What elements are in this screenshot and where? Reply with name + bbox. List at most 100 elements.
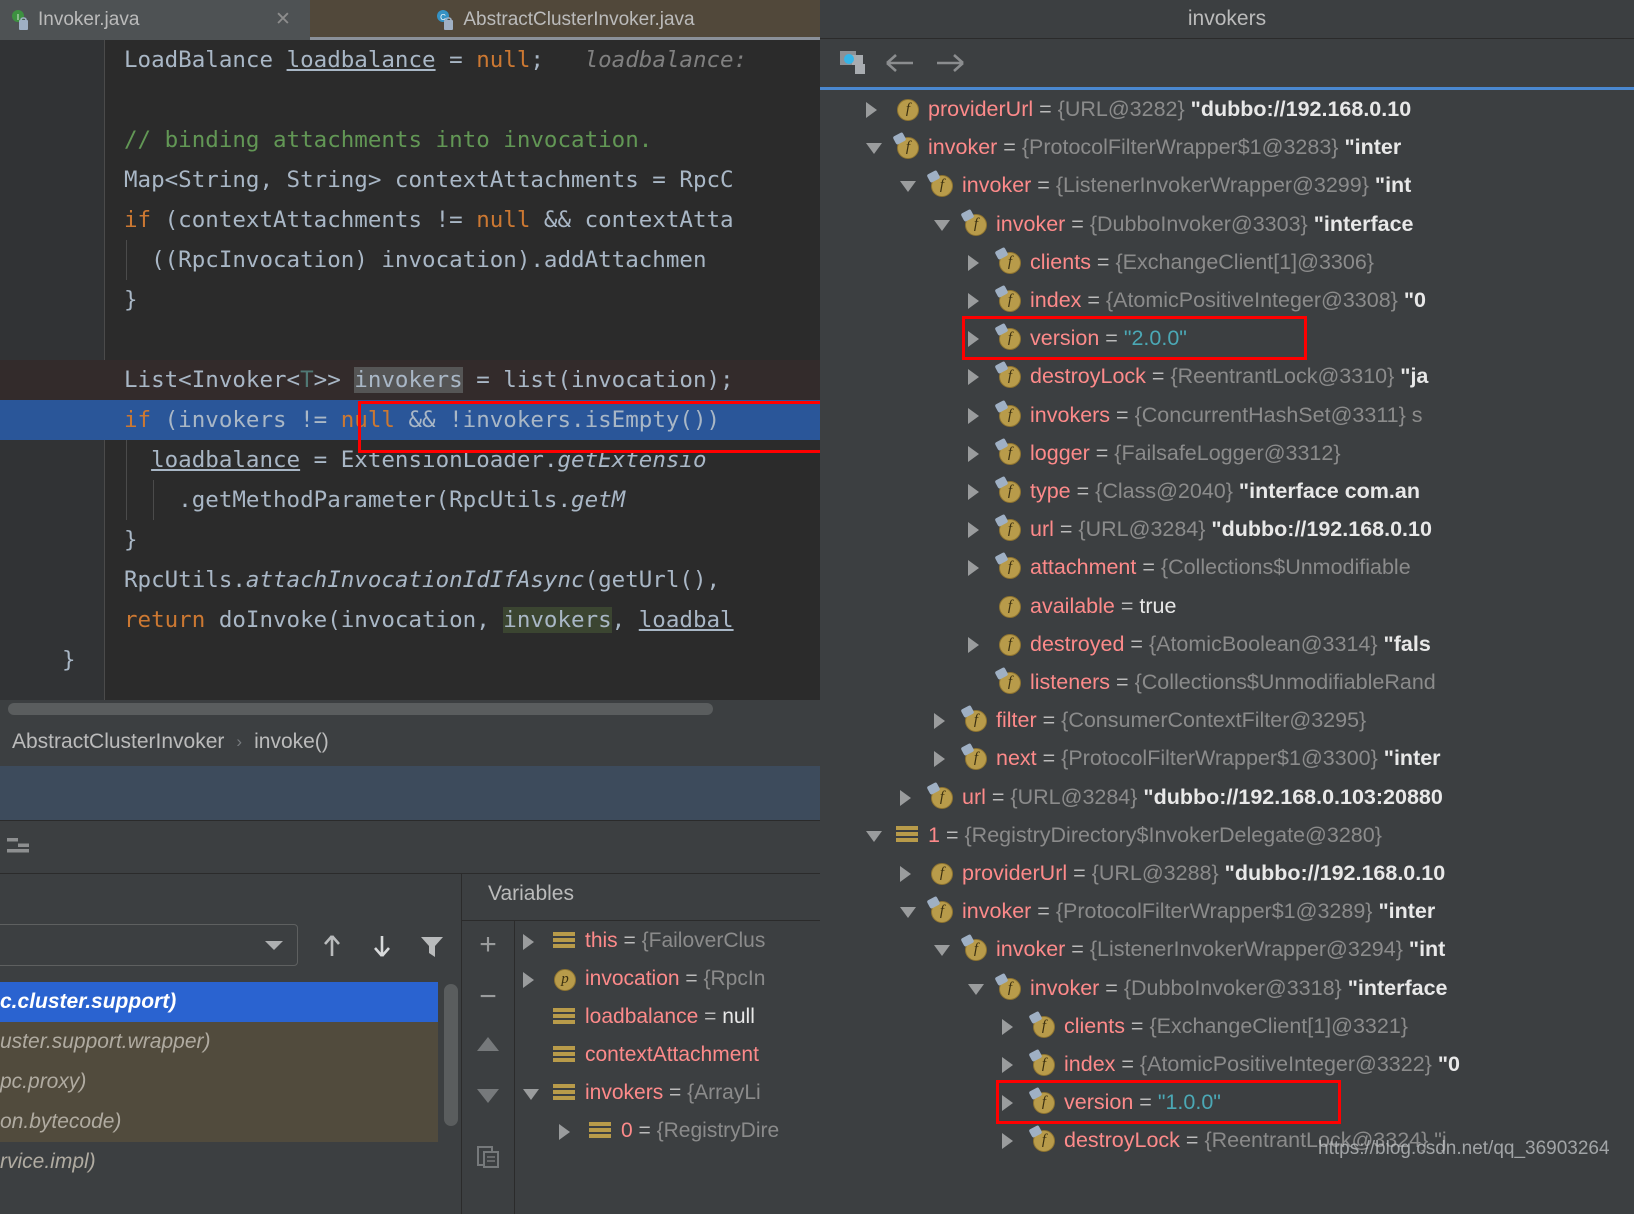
tree-node-name: index: [1064, 1052, 1116, 1076]
inspect-tree[interactable]: f providerUrl = {URL@3282} "dubbo://192.1…: [820, 90, 1634, 1214]
variables-tree[interactable]: this = {FailoverClus p invocation = {RpcIn…: [515, 922, 820, 1214]
twisty-collapsed-icon[interactable]: [523, 972, 534, 988]
tree-node-type: {FailoverClus: [641, 929, 766, 952]
tree-node-name: invokers: [1030, 402, 1111, 427]
tab-abstractclusterinvoker-java[interactable]: C AbstractClusterInvoker.java: [310, 0, 820, 40]
twisty-collapsed-icon[interactable]: [968, 331, 979, 348]
field-icon: f: [998, 595, 1022, 619]
tree-node-type: {RpcIn: [703, 967, 766, 990]
field-icon: f: [994, 323, 1022, 351]
frames-list[interactable]: c.cluster.support) uster.support.wrapper)…: [0, 982, 438, 1214]
twisty-expanded-icon[interactable]: [523, 1089, 539, 1100]
twisty-expanded-icon[interactable]: [934, 219, 950, 231]
breadcrumb[interactable]: AbstractClusterInvoker › invoke(): [0, 718, 820, 766]
twisty-collapsed-icon[interactable]: [1002, 1057, 1013, 1073]
code-token: }: [124, 527, 138, 553]
tree-node-type: {URL@3282}: [1057, 97, 1191, 121]
frame-row[interactable]: c.cluster.support): [0, 982, 438, 1022]
code-token: LoadBalance: [124, 47, 287, 73]
code-editor[interactable]: LoadBalance loadbalance = null; loadbala…: [0, 40, 820, 712]
breadcrumb-class[interactable]: AbstractClusterInvoker: [12, 730, 224, 754]
list-icon: [553, 1007, 575, 1029]
equals-sign: =: [1099, 975, 1124, 1000]
tree-node-name: destroyLock: [1030, 364, 1146, 389]
tab-label: Invoker.java: [38, 9, 140, 30]
twisty-collapsed-icon[interactable]: [968, 484, 979, 500]
back-arrow-icon[interactable]: [882, 49, 918, 77]
code-line: }: [0, 520, 820, 560]
list-icon: [896, 825, 918, 847]
twisty-collapsed-icon[interactable]: [523, 934, 534, 950]
code-token: (contextAttachments !=: [151, 207, 477, 233]
code-token: // binding attachments into invocation.: [124, 127, 653, 153]
twisty-collapsed-icon[interactable]: [934, 713, 945, 730]
frame-row[interactable]: on.bytecode): [0, 1102, 438, 1142]
tree-node-name: url: [1030, 517, 1054, 542]
settings-list-icon[interactable]: [6, 835, 32, 857]
field-icon: f: [892, 132, 920, 160]
frame-up-button[interactable]: [318, 932, 346, 960]
frame-row[interactable]: pc.proxy): [0, 1062, 438, 1102]
tree-node-string: "inter: [1344, 135, 1402, 160]
field-icon: f: [930, 862, 954, 886]
move-down-button[interactable]: [474, 1083, 502, 1111]
field-icon: f: [994, 399, 1022, 428]
frame-row[interactable]: rvice.impl): [0, 1142, 438, 1182]
scrollbar-thumb[interactable]: [8, 703, 713, 715]
code-token: =: [435, 47, 477, 73]
twisty-collapsed-icon[interactable]: [559, 1124, 570, 1140]
twisty-collapsed-icon[interactable]: [968, 369, 979, 386]
frame-label: on.bytecode): [0, 1110, 122, 1133]
frame-row[interactable]: uster.support.wrapper): [0, 1022, 438, 1062]
twisty-collapsed-icon[interactable]: [968, 522, 979, 539]
twisty-expanded-icon[interactable]: [866, 830, 882, 842]
frames-scrollbar[interactable]: [440, 984, 460, 1214]
tree-node-type: {AtomicPositiveInteger@3308}: [1105, 288, 1404, 312]
twisty-collapsed-icon[interactable]: [1002, 1095, 1013, 1112]
twisty-expanded-icon[interactable]: [968, 983, 984, 995]
twisty-collapsed-icon[interactable]: [1002, 1018, 1013, 1035]
twisty-collapsed-icon[interactable]: [968, 293, 979, 309]
twisty-expanded-icon[interactable]: [934, 945, 950, 957]
twisty-collapsed-icon[interactable]: [968, 636, 979, 653]
tree-node-name: invocation: [585, 967, 680, 990]
twisty-collapsed-icon[interactable]: [968, 445, 979, 462]
add-watch-button[interactable]: +: [474, 930, 502, 960]
tree-node-type: {Collections$UnmodifiableRand: [1134, 670, 1436, 694]
twisty-collapsed-icon[interactable]: [934, 751, 945, 768]
frame-label: c.cluster.support): [0, 990, 177, 1013]
twisty-collapsed-icon[interactable]: [1002, 1133, 1013, 1150]
thread-selector-combobox[interactable]: [0, 924, 298, 966]
close-icon[interactable]: ✕: [274, 10, 292, 29]
twisty-collapsed-icon[interactable]: [968, 560, 979, 577]
breadcrumb-method[interactable]: invoke(): [254, 730, 329, 754]
inspect-icon[interactable]: [838, 48, 870, 78]
code-token: ,: [611, 607, 639, 633]
twisty-expanded-icon[interactable]: [900, 907, 916, 919]
twisty-collapsed-icon[interactable]: [900, 789, 911, 806]
tree-node-type: {ListenerInvokerWrapper@3299}: [1055, 173, 1375, 198]
equals-sign: =: [663, 1081, 688, 1104]
twisty-collapsed-icon[interactable]: [968, 254, 979, 271]
tree-node-value: true: [1139, 593, 1177, 618]
code-line: return doInvoke(invocation, invokers, lo…: [0, 600, 820, 640]
tree-node-name: 1: [928, 822, 940, 847]
twisty-collapsed-icon[interactable]: [866, 102, 877, 118]
scrollbar-thumb[interactable]: [444, 984, 458, 1126]
tree-node-name: version: [1030, 326, 1100, 351]
copy-icon[interactable]: [474, 1143, 502, 1171]
code-line: RpcUtils.attachInvocationIdIfAsync(getUr…: [0, 560, 820, 600]
twisty-expanded-icon[interactable]: [866, 143, 882, 155]
editor-horizontal-scrollbar[interactable]: [0, 700, 820, 718]
tab-invoker-java[interactable]: I Invoker.java ✕: [0, 0, 310, 40]
twisty-collapsed-icon[interactable]: [968, 407, 979, 424]
remove-watch-button[interactable]: −: [474, 982, 502, 1012]
move-up-button[interactable]: [474, 1031, 502, 1059]
forward-arrow-icon[interactable]: [932, 49, 968, 77]
twisty-collapsed-icon[interactable]: [900, 866, 911, 882]
filter-icon[interactable]: [418, 932, 446, 960]
field-icon: f: [994, 666, 1022, 695]
twisty-expanded-icon[interactable]: [900, 181, 916, 193]
tree-node-name: contextAttachment: [585, 1043, 759, 1066]
frame-down-button[interactable]: [368, 932, 396, 960]
